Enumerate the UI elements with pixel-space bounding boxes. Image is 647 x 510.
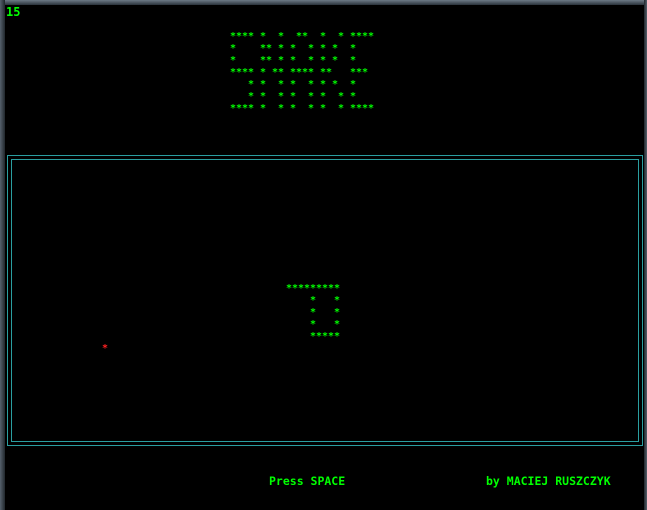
food-item: * <box>102 343 109 354</box>
press-space-prompt: Press SPACE <box>269 474 346 488</box>
author-credits: by MACIEJ RUSZCZYK <box>486 474 611 488</box>
game-screen[interactable]: 15 **** * * ** * * **** * ** * * * * * *… <box>0 0 647 510</box>
snake-body: ********* * * * * * * ***** <box>286 283 341 342</box>
snake-title-logo: **** * * ** * * **** * ** * * * * * * * … <box>230 31 375 114</box>
window-frame-top <box>0 0 647 5</box>
window-frame-left <box>0 0 5 510</box>
score-counter: 15 <box>6 5 21 19</box>
